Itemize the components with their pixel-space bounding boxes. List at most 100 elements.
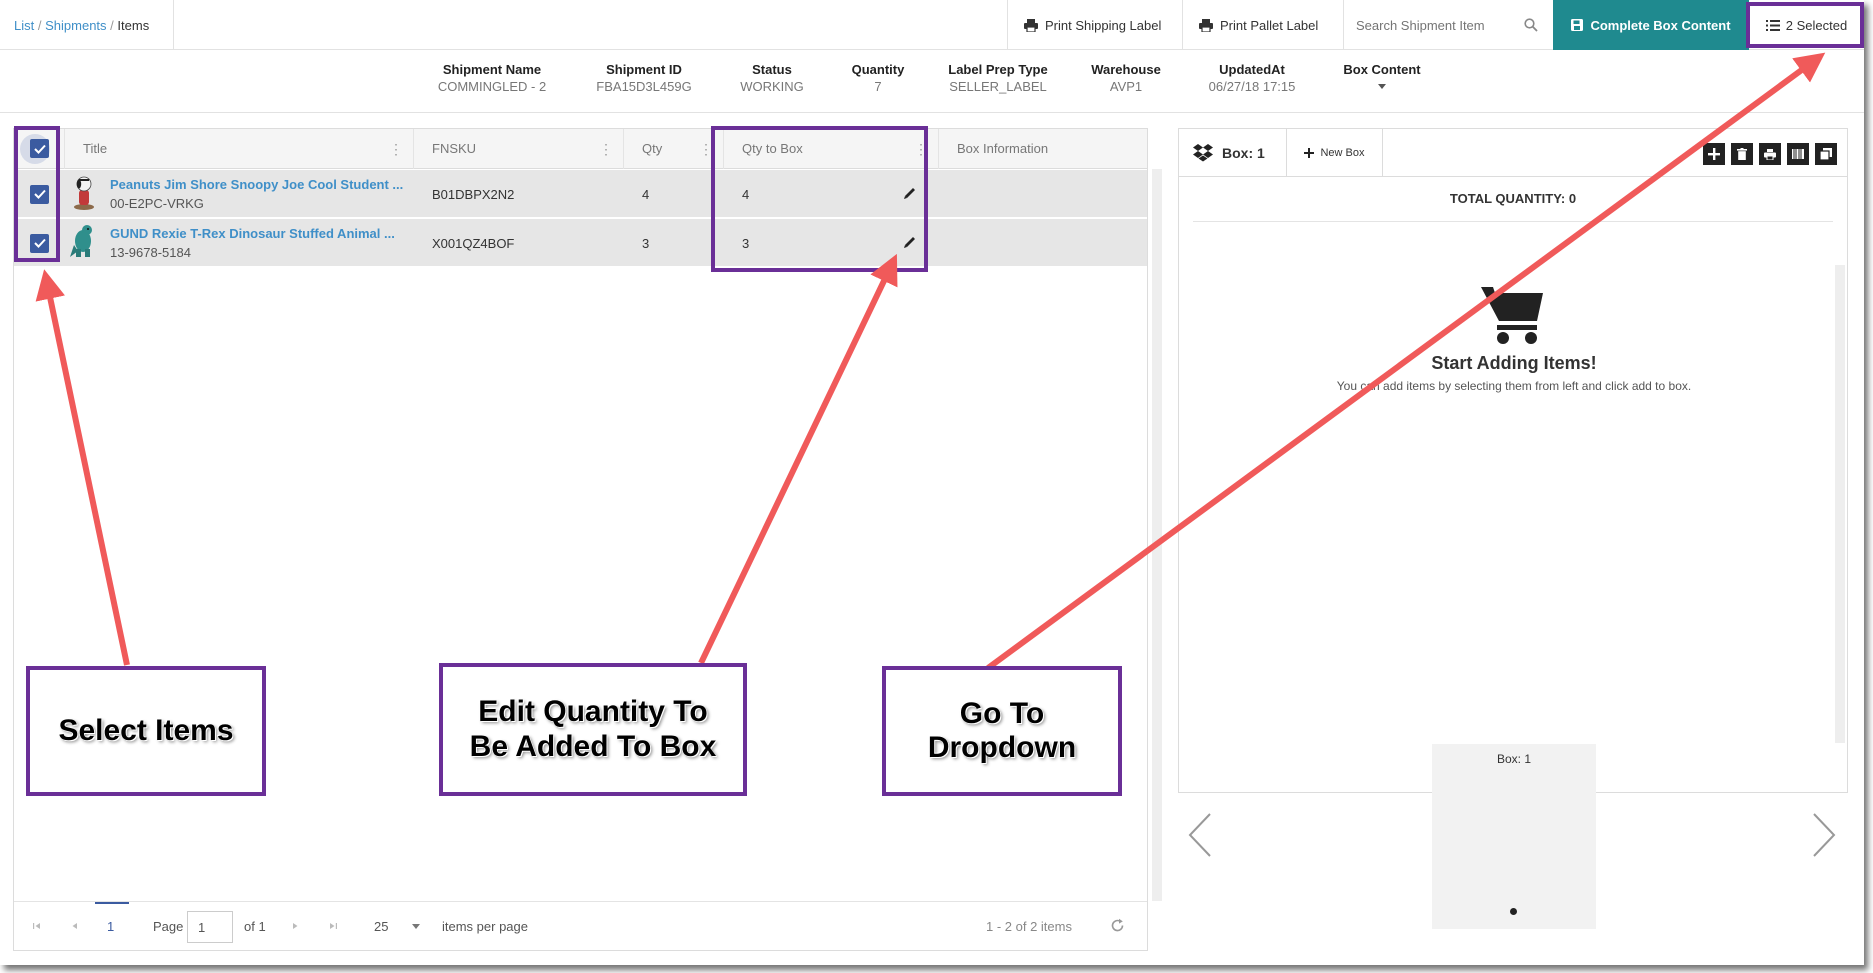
column-header-title[interactable]: Title ⋮ [65, 129, 414, 169]
callout-select-items-text: Select Items [58, 713, 234, 747]
table-row[interactable]: GUND Rexie T-Rex Dinosaur Stuffed Animal… [14, 219, 1147, 267]
callout-edit-quantity: Edit Quantity To Be Added To Box [439, 663, 747, 796]
column-menu-icon[interactable]: ⋮ [389, 129, 403, 169]
carousel-dot[interactable] [1510, 908, 1517, 915]
product-sku: 00-E2PC-VRKG [110, 196, 204, 211]
column-header-box-information[interactable]: Box Information [939, 129, 1147, 169]
caret-down-icon [412, 924, 420, 929]
grid-header: Title ⋮ FNSKU ⋮ Qty ⋮ Qty to Box ⋮ Box Infor… [14, 129, 1147, 169]
items-per-page-select[interactable]: 25 [374, 912, 442, 942]
info-label: Box Content [1343, 62, 1421, 77]
page-count-label: of 1 [244, 919, 266, 934]
box-carousel-card[interactable]: Box: 1 [1432, 744, 1596, 929]
breadcrumb: List / Shipments / Items [14, 18, 149, 33]
search-icon[interactable] [1524, 18, 1538, 32]
info-shipment-id: Shipment ID FBA15D3L459G [584, 62, 704, 94]
previous-page-icon[interactable] [70, 921, 80, 931]
print-shipping-label-button[interactable]: Print Shipping Label [1007, 0, 1182, 50]
breadcrumb-separator: / [37, 18, 42, 33]
divider [0, 112, 1864, 113]
breadcrumb-list-link[interactable]: List [14, 18, 34, 33]
info-warehouse: Warehouse AVP1 [1076, 62, 1176, 94]
first-page-icon[interactable] [32, 921, 42, 931]
title-cell: GUND Rexie T-Rex Dinosaur Stuffed Animal… [110, 219, 395, 267]
empty-state-title: Start Adding Items! [1431, 353, 1597, 373]
shopping-cart-icon [1481, 287, 1543, 344]
divider [1193, 221, 1833, 222]
highlight-qty-to-box [711, 126, 928, 272]
top-toolbar: List / Shipments / Items Print Shipping … [0, 0, 1864, 50]
title-cell: Peanuts Jim Shore Snoopy Joe Cool Studen… [110, 170, 403, 218]
column-box-information-label: Box Information [957, 141, 1049, 156]
total-quantity: TOTAL QUANTITY: 0 [1449, 191, 1577, 206]
print-box-button[interactable] [1759, 143, 1781, 165]
box-scrollbar[interactable] [1835, 265, 1845, 743]
page-label: Page [153, 919, 184, 934]
callout-edit-quantity-line1: Edit Quantity To [478, 695, 708, 728]
carousel-next-icon[interactable] [1810, 812, 1838, 858]
last-page-icon[interactable] [328, 921, 338, 931]
add-to-box-button[interactable] [1703, 143, 1725, 165]
complete-box-content-label: Complete Box Content [1590, 17, 1731, 33]
info-label: Warehouse [1091, 62, 1161, 77]
plus-icon [1708, 148, 1720, 160]
column-menu-icon[interactable]: ⋮ [599, 129, 613, 169]
table-row[interactable]: Peanuts Jim Shore Snoopy Joe Cool Studen… [14, 170, 1147, 218]
info-label: UpdatedAt [1219, 62, 1285, 77]
print-shipping-label: Print Shipping Label [1045, 17, 1162, 33]
search-input[interactable] [1356, 17, 1516, 33]
info-label: Shipment ID [606, 62, 682, 77]
plus-icon [1304, 148, 1315, 158]
items-grid: Title ⋮ FNSKU ⋮ Qty ⋮ Qty to Box ⋮ Box Infor… [13, 128, 1162, 951]
caret-down-icon [1378, 84, 1386, 89]
barcode-button[interactable] [1787, 143, 1809, 165]
info-label: Label Prep Type [948, 62, 1048, 77]
current-page-number[interactable]: 1 [107, 919, 114, 934]
pager-summary: 1 - 2 of 2 items [986, 919, 1072, 934]
column-fnsku-label: FNSKU [432, 141, 477, 156]
page-number-input[interactable]: 1 [187, 911, 233, 943]
product-title-link[interactable]: Peanuts Jim Shore Snoopy Joe Cool Studen… [110, 177, 403, 192]
printer-icon [1764, 148, 1776, 160]
box-content-panel: Box: 1 New Box TOTAL QUANTITY: 0 Start A… [1178, 128, 1848, 793]
column-header-qty[interactable]: Qty ⋮ [624, 129, 724, 169]
grid-scrollbar[interactable] [1152, 169, 1162, 901]
info-shipment-name: Shipment Name COMMINGLED - 2 [432, 62, 552, 94]
complete-box-content-button[interactable]: Complete Box Content [1553, 0, 1749, 50]
divider [173, 0, 174, 50]
info-value: SELLER_LABEL [949, 79, 1047, 94]
callout-go-to-dropdown-line2: Dropdown [927, 731, 1077, 764]
refresh-icon[interactable] [1110, 918, 1125, 933]
callout-go-to-dropdown-line1: Go To [959, 696, 1045, 730]
info-updated-at: UpdatedAt 06/27/18 17:15 [1192, 62, 1312, 94]
breadcrumb-separator: / [110, 18, 114, 33]
printer-icon [1024, 18, 1038, 32]
callout-edit-quantity-line2: Be Added To Box [469, 729, 717, 763]
items-per-page-value: 25 [374, 919, 389, 934]
column-header-fnsku[interactable]: FNSKU ⋮ [414, 129, 624, 169]
copy-box-button[interactable] [1815, 143, 1837, 165]
delete-box-button[interactable] [1731, 143, 1753, 165]
breadcrumb-current: Items [117, 18, 150, 33]
carousel-previous-icon[interactable] [1186, 812, 1214, 858]
box-tab-1[interactable]: Box: 1 [1179, 129, 1287, 177]
new-box-label: New Box [1320, 147, 1365, 159]
breadcrumb-shipments-link[interactable]: Shipments [45, 18, 106, 33]
info-label: Shipment Name [442, 62, 542, 77]
carousel-box-label: Box: 1 [1496, 752, 1532, 766]
info-status: Status WORKING [722, 62, 822, 94]
new-box-button[interactable]: New Box [1287, 129, 1383, 177]
info-value: 7 [874, 79, 882, 94]
info-quantity: Quantity 7 [828, 62, 928, 94]
next-page-icon[interactable] [290, 921, 300, 931]
box-content-dropdown[interactable]: Box Content [1332, 62, 1432, 92]
info-value: AVP1 [1109, 79, 1143, 94]
app-window: List / Shipments / Items Print Shipping … [0, 0, 1864, 965]
dropbox-icon [1193, 144, 1213, 162]
info-value: COMMINGLED - 2 [437, 79, 547, 94]
items-per-page-label: items per page [442, 919, 528, 934]
print-pallet-label-button[interactable]: Print Pallet Label [1182, 0, 1343, 50]
callout-select-items: Select Items [26, 666, 266, 796]
product-title-link[interactable]: GUND Rexie T-Rex Dinosaur Stuffed Animal… [110, 226, 395, 241]
empty-state-subtitle: You can add items by selecting them from… [1336, 379, 1692, 393]
